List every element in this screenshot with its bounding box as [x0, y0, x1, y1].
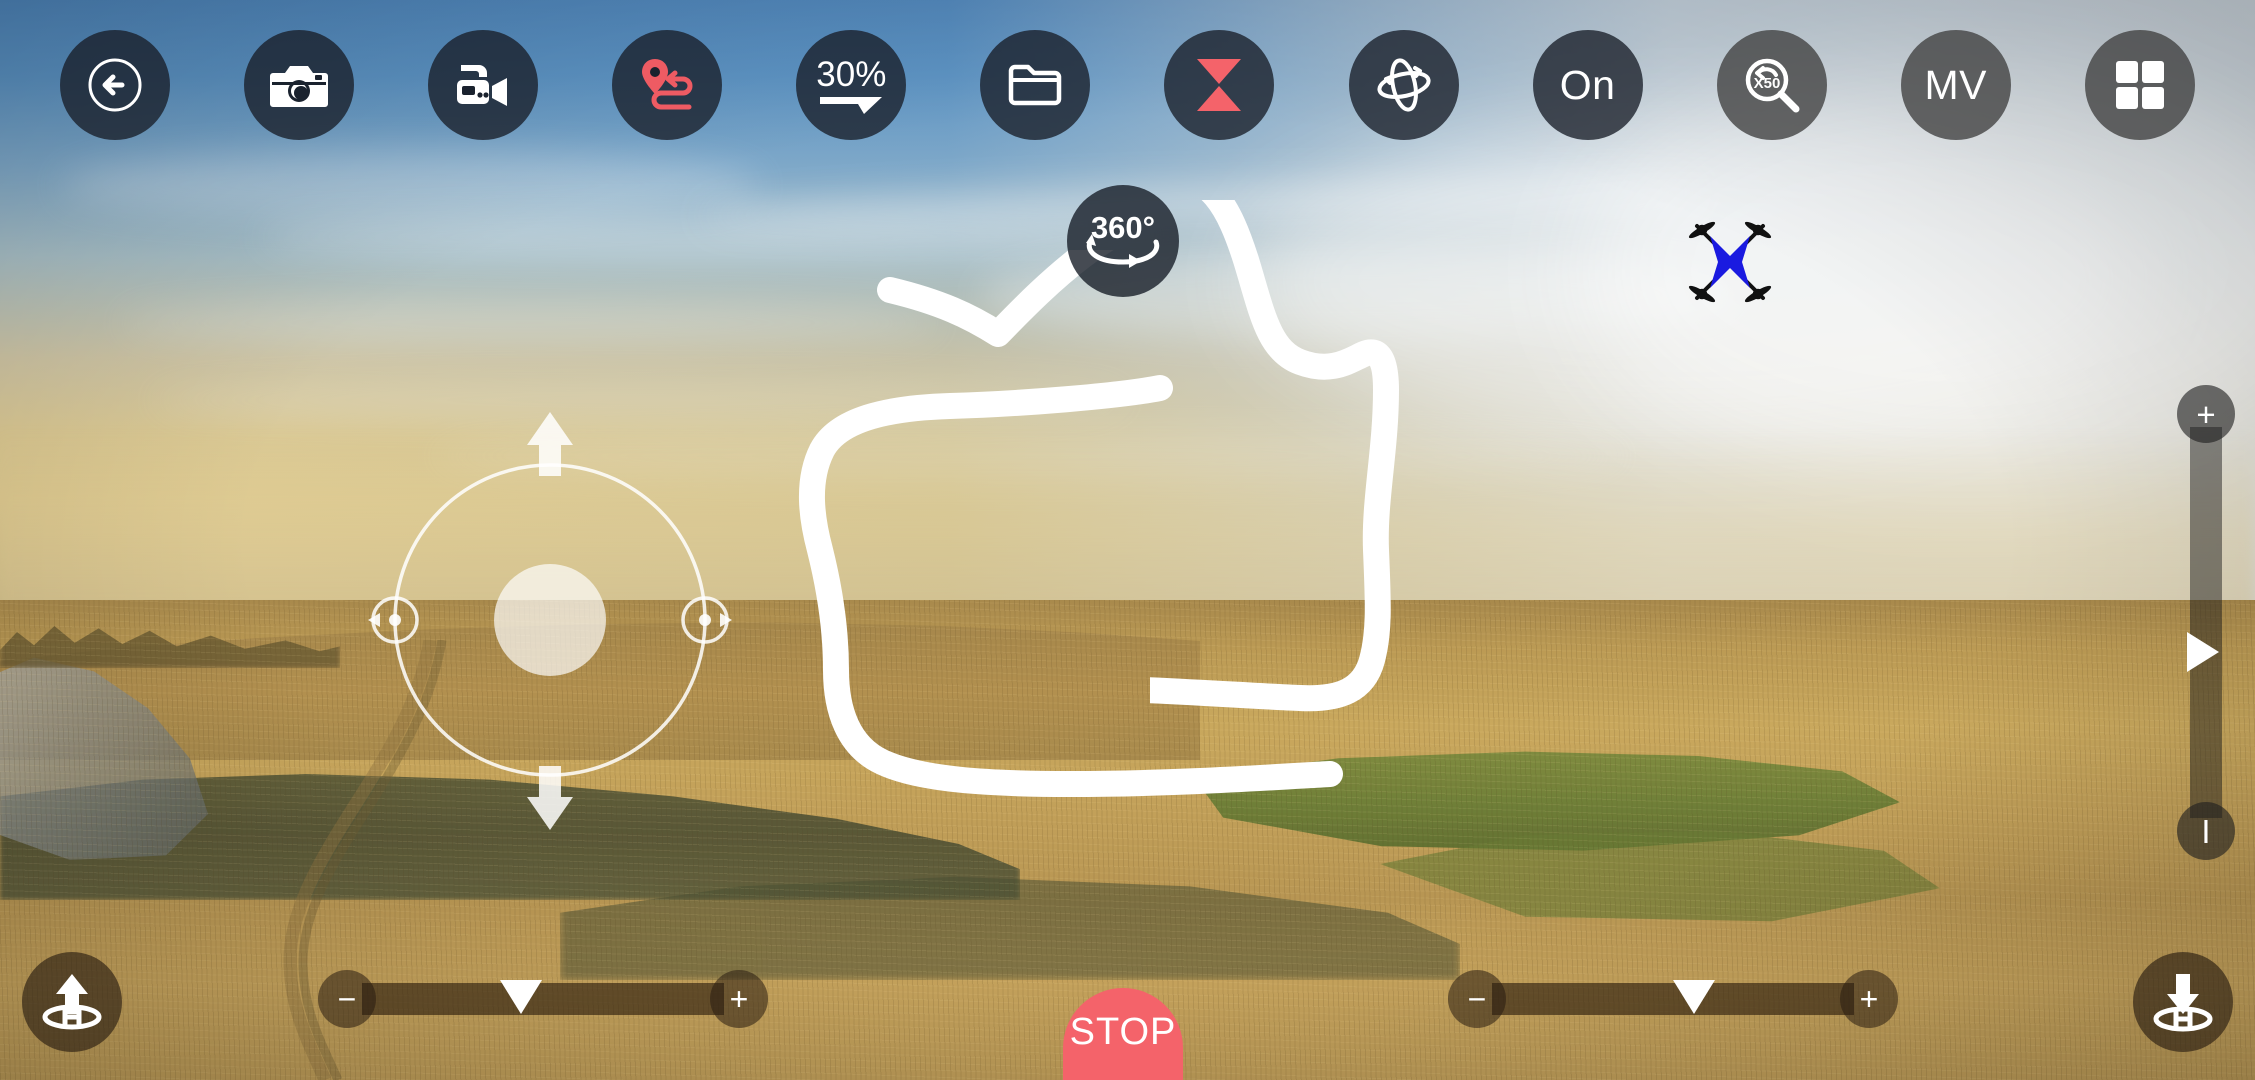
hslider1-increase-button[interactable]: +	[710, 970, 768, 1028]
vslider-plus-label: +	[2196, 395, 2216, 433]
gimbal-tilt-slider[interactable]: − +	[318, 966, 768, 1032]
bottom-bar: − + STOP − +	[0, 920, 2255, 1080]
virtual-joystick[interactable]	[350, 398, 750, 843]
gyroscope-button[interactable]	[1348, 30, 1459, 140]
timer-button[interactable]	[1164, 30, 1275, 140]
speed-icon	[820, 96, 883, 114]
vslider-minus-label: I	[2201, 812, 2211, 850]
grid-icon	[2115, 61, 2164, 109]
hslider2-plus-label: +	[1859, 981, 1879, 1017]
altitude-slider[interactable]: + I	[2169, 385, 2243, 860]
zoom-level-button[interactable]: X50	[1716, 30, 1827, 140]
hslider2-decrease-button[interactable]: −	[1448, 970, 1506, 1028]
photo-capture-button[interactable]	[244, 30, 355, 140]
mv-mode-button[interactable]: MV	[1900, 30, 2011, 140]
vslider-thumb[interactable]	[2187, 632, 2219, 672]
hslider1-plus-label: +	[729, 981, 749, 1017]
speed-value-label: 30%	[816, 54, 887, 94]
top-toolbar: 30% On X50 MV	[0, 0, 2255, 170]
camera-icon	[270, 66, 329, 107]
drone-controller-app: 30% On X50 MV 360° + I − + STOP − +	[0, 0, 2255, 1080]
vslider-increase-button[interactable]: +	[2177, 385, 2235, 443]
joystick-yaw-right[interactable]	[681, 596, 732, 644]
hslider2-minus-label: −	[1467, 981, 1487, 1017]
hslider1-track[interactable]	[362, 980, 724, 1015]
joystick-yaw-left[interactable]	[368, 596, 419, 644]
route-pin-icon	[642, 59, 693, 110]
hslider2-increase-button[interactable]: +	[1840, 970, 1898, 1028]
hslider2-track[interactable]	[1492, 980, 1854, 1015]
quadcopter-icon	[1688, 221, 1772, 303]
file-browser-button[interactable]	[980, 30, 1091, 140]
stop-button[interactable]: STOP	[1063, 988, 1183, 1080]
video-camera-icon	[457, 65, 508, 106]
grid-layout-button[interactable]	[2084, 30, 2195, 140]
stop-label: STOP	[1069, 1010, 1177, 1053]
toggle-on-button[interactable]: On	[1532, 30, 1643, 140]
drone-marker[interactable]	[1680, 216, 1780, 308]
vslider-decrease-button[interactable]: I	[2177, 802, 2235, 860]
takeoff-icon	[42, 974, 102, 1030]
zoom-factor-label: X50	[1753, 75, 1780, 92]
vslider-track[interactable]	[2187, 427, 2222, 818]
panorama-label: 360°	[1091, 210, 1155, 245]
takeoff-button[interactable]	[22, 952, 122, 1052]
waypoint-route-button[interactable]	[612, 30, 723, 140]
back-arrow-icon	[88, 58, 142, 112]
joystick-knob[interactable]	[494, 564, 606, 676]
hslider1-decrease-button[interactable]: −	[318, 970, 376, 1028]
folder-icon	[1009, 64, 1062, 106]
camera-exposure-slider[interactable]: − +	[1448, 966, 1898, 1032]
gyroscope-icon	[1376, 58, 1431, 112]
land-icon	[2153, 974, 2213, 1032]
rotate-360-icon: 360°	[1086, 210, 1160, 268]
hslider2-thumb[interactable]	[1673, 980, 1715, 1014]
hslider1-thumb[interactable]	[499, 980, 542, 1014]
land-button[interactable]	[2133, 952, 2233, 1052]
hourglass-icon	[1197, 59, 1242, 111]
speed-setting-button[interactable]: 30%	[796, 30, 907, 140]
mv-mode-label: MV	[1924, 61, 1988, 108]
panorama-360-button[interactable]: 360°	[1067, 185, 1179, 297]
back-button[interactable]	[60, 30, 170, 140]
magnifier-icon: X50	[1745, 58, 1800, 113]
toggle-state-label: On	[1559, 61, 1616, 108]
video-record-button[interactable]	[428, 30, 539, 140]
cloud	[120, 300, 940, 346]
hslider1-minus-label: −	[337, 981, 357, 1017]
